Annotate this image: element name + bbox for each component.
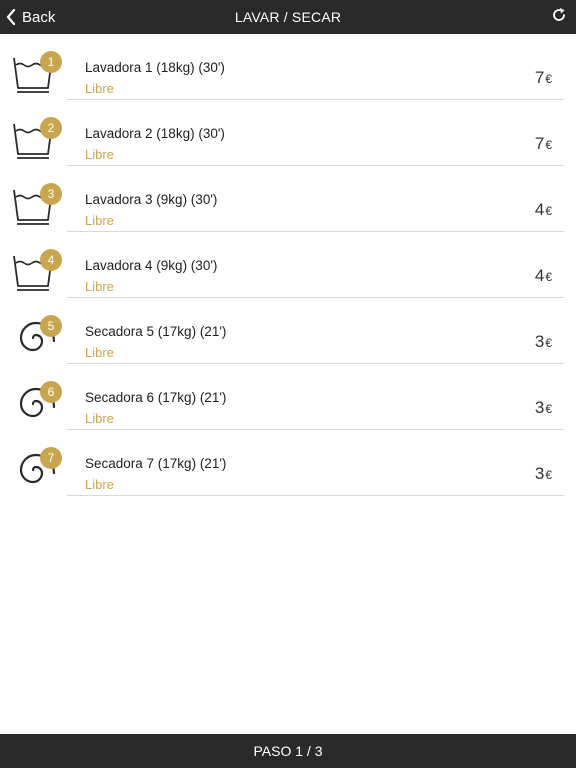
machine-price: 4 € <box>535 200 552 220</box>
machine-price: 7 € <box>535 68 552 88</box>
price-amount: 3 <box>534 332 545 351</box>
machine-price: 3 € <box>535 398 552 418</box>
price-amount: 4 <box>534 266 545 285</box>
machine-name: Secadora 7 (17kg) (21') <box>85 456 227 471</box>
machine-number-badge: 6 <box>40 381 62 403</box>
price-currency: € <box>545 402 552 416</box>
price-currency: € <box>545 72 552 86</box>
machine-number-badge: 1 <box>40 51 62 73</box>
machine-status: Libre <box>85 147 114 162</box>
step-label: PASO 1 / 3 <box>253 743 323 759</box>
machine-status: Libre <box>85 411 114 426</box>
back-button[interactable]: Back <box>6 0 55 34</box>
price-currency: € <box>545 336 552 350</box>
refresh-icon <box>551 7 567 28</box>
machine-row-2[interactable]: 2 Lavadora 2 (18kg) (30') Libre 7 € <box>0 100 576 166</box>
machine-name: Lavadora 1 (18kg) (30') <box>85 60 225 75</box>
machine-name: Lavadora 3 (9kg) (30') <box>85 192 218 207</box>
chevron-left-icon <box>6 9 16 25</box>
machine-number-badge: 4 <box>40 249 62 271</box>
machine-status: Libre <box>85 477 114 492</box>
machine-row-7[interactable]: 7 Secadora 7 (17kg) (21') Libre 3 € <box>0 430 576 496</box>
machine-number-badge: 7 <box>40 447 62 469</box>
back-label: Back <box>22 8 56 26</box>
machine-status: Libre <box>85 81 114 96</box>
machine-row-6[interactable]: 6 Secadora 6 (17kg) (21') Libre 3 € <box>0 364 576 430</box>
machine-row-1[interactable]: 1 Lavadora 1 (18kg) (30') Libre 7 € <box>0 34 576 100</box>
machine-price: 3 € <box>535 464 552 484</box>
price-amount: 7 <box>534 68 545 87</box>
top-bar: Back LAVAR / SECAR <box>0 0 576 34</box>
machine-list: 1 Lavadora 1 (18kg) (30') Libre 7 € 2 Lav… <box>0 34 576 496</box>
price-amount: 3 <box>534 464 545 483</box>
machine-number-badge: 3 <box>40 183 62 205</box>
row-divider <box>67 495 564 496</box>
price-currency: € <box>545 204 552 218</box>
machine-name: Lavadora 4 (9kg) (30') <box>85 258 218 273</box>
machine-status: Libre <box>85 213 114 228</box>
price-currency: € <box>545 468 552 482</box>
machine-row-4[interactable]: 4 Lavadora 4 (9kg) (30') Libre 4 € <box>0 232 576 298</box>
machine-name: Secadora 6 (17kg) (21') <box>85 390 227 405</box>
machine-status: Libre <box>85 345 114 360</box>
price-currency: € <box>545 138 552 152</box>
machine-row-5[interactable]: 5 Secadora 5 (17kg) (21') Libre 3 € <box>0 298 576 364</box>
machine-number-badge: 2 <box>40 117 62 139</box>
refresh-button[interactable] <box>548 6 570 28</box>
step-footer: PASO 1 / 3 <box>0 734 576 768</box>
machine-number-badge: 5 <box>40 315 62 337</box>
price-currency: € <box>545 270 552 284</box>
machine-price: 7 € <box>535 134 552 154</box>
price-amount: 7 <box>534 134 545 153</box>
machine-name: Lavadora 2 (18kg) (30') <box>85 126 225 141</box>
page-title: LAVAR / SECAR <box>234 9 342 25</box>
price-amount: 4 <box>534 200 545 219</box>
machine-name: Secadora 5 (17kg) (21') <box>85 324 227 339</box>
machine-row-3[interactable]: 3 Lavadora 3 (9kg) (30') Libre 4 € <box>0 166 576 232</box>
price-amount: 3 <box>534 398 545 417</box>
machine-price: 3 € <box>535 332 552 352</box>
machine-status: Libre <box>85 279 114 294</box>
machine-price: 4 € <box>535 266 552 286</box>
